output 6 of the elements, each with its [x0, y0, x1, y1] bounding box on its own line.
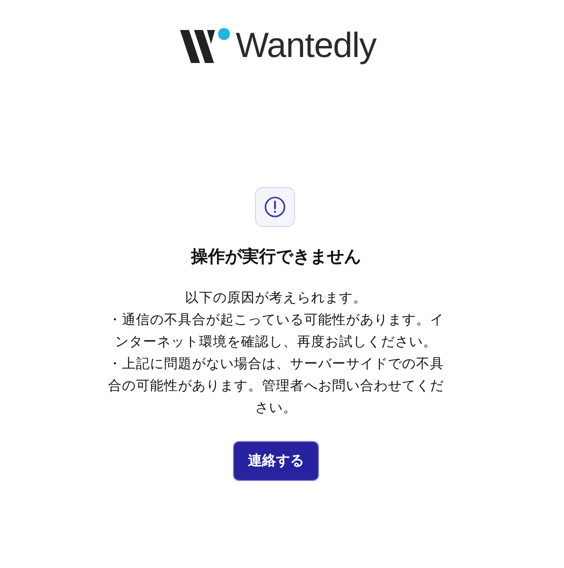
logo-text: Wantedly — [236, 27, 376, 65]
contact-button[interactable]: 連絡する — [233, 441, 319, 481]
logo-mark-icon — [180, 27, 232, 65]
alert-icon — [255, 187, 295, 227]
error-message: 以下の原因が考えられます。 ・通信の不具合が起こっている可能性があります。インターネット環境を確認し、再度お試しください。 ・上記に問題がない場合は、サーバーサイドでの不具合の可能性があります。管理者へお問い合わせてください。 — [107, 289, 445, 418]
error-title: 操作が実行できません — [191, 246, 361, 269]
